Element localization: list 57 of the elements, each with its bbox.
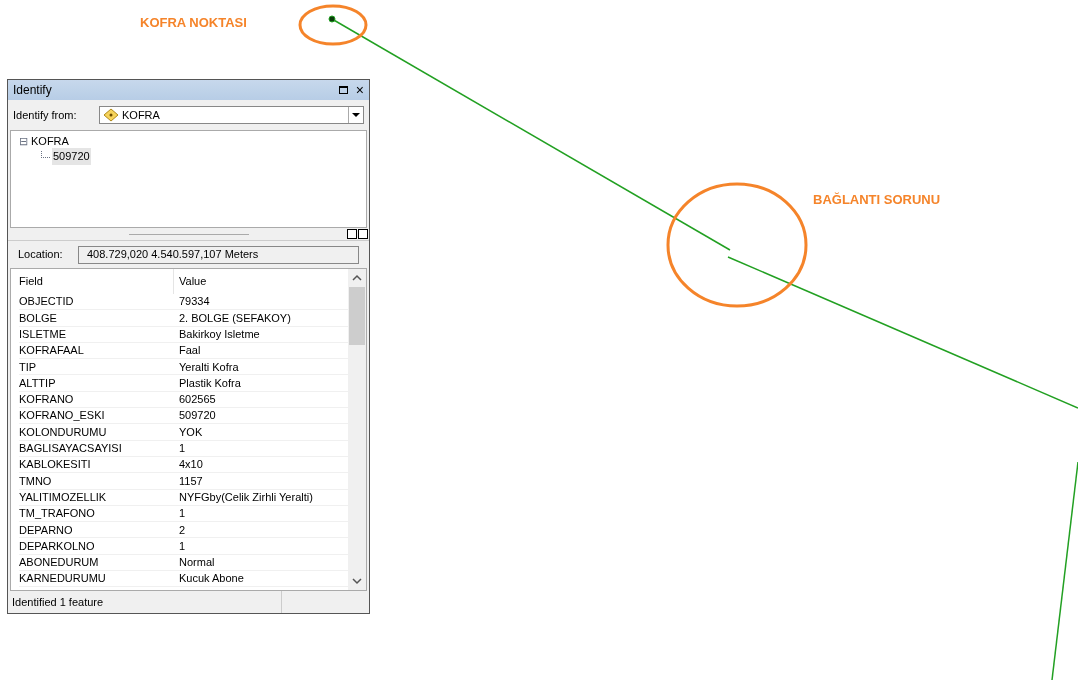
maximize-icon[interactable]: [338, 86, 348, 94]
location-field: 408.729,020 4.540.597,107 Meters: [78, 245, 359, 264]
table-cell-text: ALTTIP: [19, 375, 57, 391]
table-cell-text: ABONEDURUM: [19, 555, 100, 571]
window-title: Identify: [13, 82, 53, 99]
field-label: Identify from:: [13, 107, 78, 123]
annotation-label: BAĞLANTI SORUNU: [813, 191, 941, 209]
scrollbar[interactable]: [348, 269, 366, 590]
table-cell-text: Kucuk Abone: [178, 571, 245, 587]
table-cell-text: YOK: [178, 424, 204, 440]
column-header[interactable]: Field: [19, 269, 174, 294]
column-header[interactable]: Value: [174, 269, 348, 294]
table-cell-text: 509720: [178, 408, 217, 424]
table-cell-text: 1: [178, 441, 187, 457]
table-cell-text: KOFRANO_ESKI: [19, 408, 106, 424]
highlight-circle: [298, 4, 368, 46]
table-cell-text: TM_TRAFONO: [19, 506, 96, 522]
table-cell-text: 1157: [178, 473, 204, 489]
tree-item[interactable]: 509720: [52, 148, 91, 165]
collapse-toggle[interactable]: ⊟: [19, 136, 28, 147]
table-cell-text: BOLGE: [19, 310, 58, 326]
table-cell-text: KOFRAFAAL: [19, 343, 85, 359]
table-cell-text: 2: [178, 522, 187, 538]
table-cell-text: 4x10: [178, 457, 204, 473]
point-marker: [328, 15, 336, 23]
table-cell-text: 2. BOLGE (SEFAKOY): [178, 310, 292, 326]
field-label: Location:: [18, 247, 64, 263]
table-cell-text: Faal: [178, 343, 202, 359]
scroll-thumb[interactable]: [349, 287, 365, 345]
table-cell-text: KOLONDURUMU: [19, 424, 108, 440]
table-cell-text: BAGLISAYACSAYISI: [19, 441, 123, 457]
table-cell-text: Bakirkoy Isletme: [178, 327, 261, 342]
layer-dropdown[interactable]: KOFRA: [99, 106, 364, 124]
annotation-label: KOFRA NOKTASI: [140, 14, 247, 32]
table-cell-text: YALITIMOZELLIK: [19, 489, 108, 505]
table-cell-text: TMNO: [19, 473, 53, 489]
tree-item[interactable]: KOFRA: [30, 133, 70, 150]
status-text: Identified 1 feature: [11, 594, 105, 610]
table-cell-text: KABLOKESITI: [19, 457, 92, 473]
table-cell-text: OBJECTID: [19, 294, 75, 310]
table-cell-text: 1: [178, 538, 187, 554]
table-cell-text: TIP: [19, 359, 38, 375]
table-cell-text: ISLETME: [19, 327, 68, 342]
table-cell-text: NYFGby(Celik Zirhli Yeralti): [178, 489, 314, 505]
point-layer-icon: [103, 108, 119, 122]
table-cell-text: 602565: [178, 392, 217, 408]
table-cell-text: DEPARKOLNO: [19, 538, 96, 554]
table-cell-text: 79334: [178, 294, 211, 310]
tree-connector-icon: [41, 150, 50, 158]
table-cell-text: DEPARNO: [19, 522, 74, 538]
table-cell-text: KARNEDURUMU: [19, 571, 107, 587]
table-cell-text: 1: [178, 506, 187, 522]
table-cell-text: Yeralti Kofra: [178, 359, 240, 375]
table-cell-text: Normal: [178, 555, 216, 571]
close-button[interactable]: ×: [355, 83, 364, 97]
table-cell-text: KOFRANO: [19, 392, 75, 408]
table-cell-text: Plastik Kofra: [178, 375, 242, 391]
